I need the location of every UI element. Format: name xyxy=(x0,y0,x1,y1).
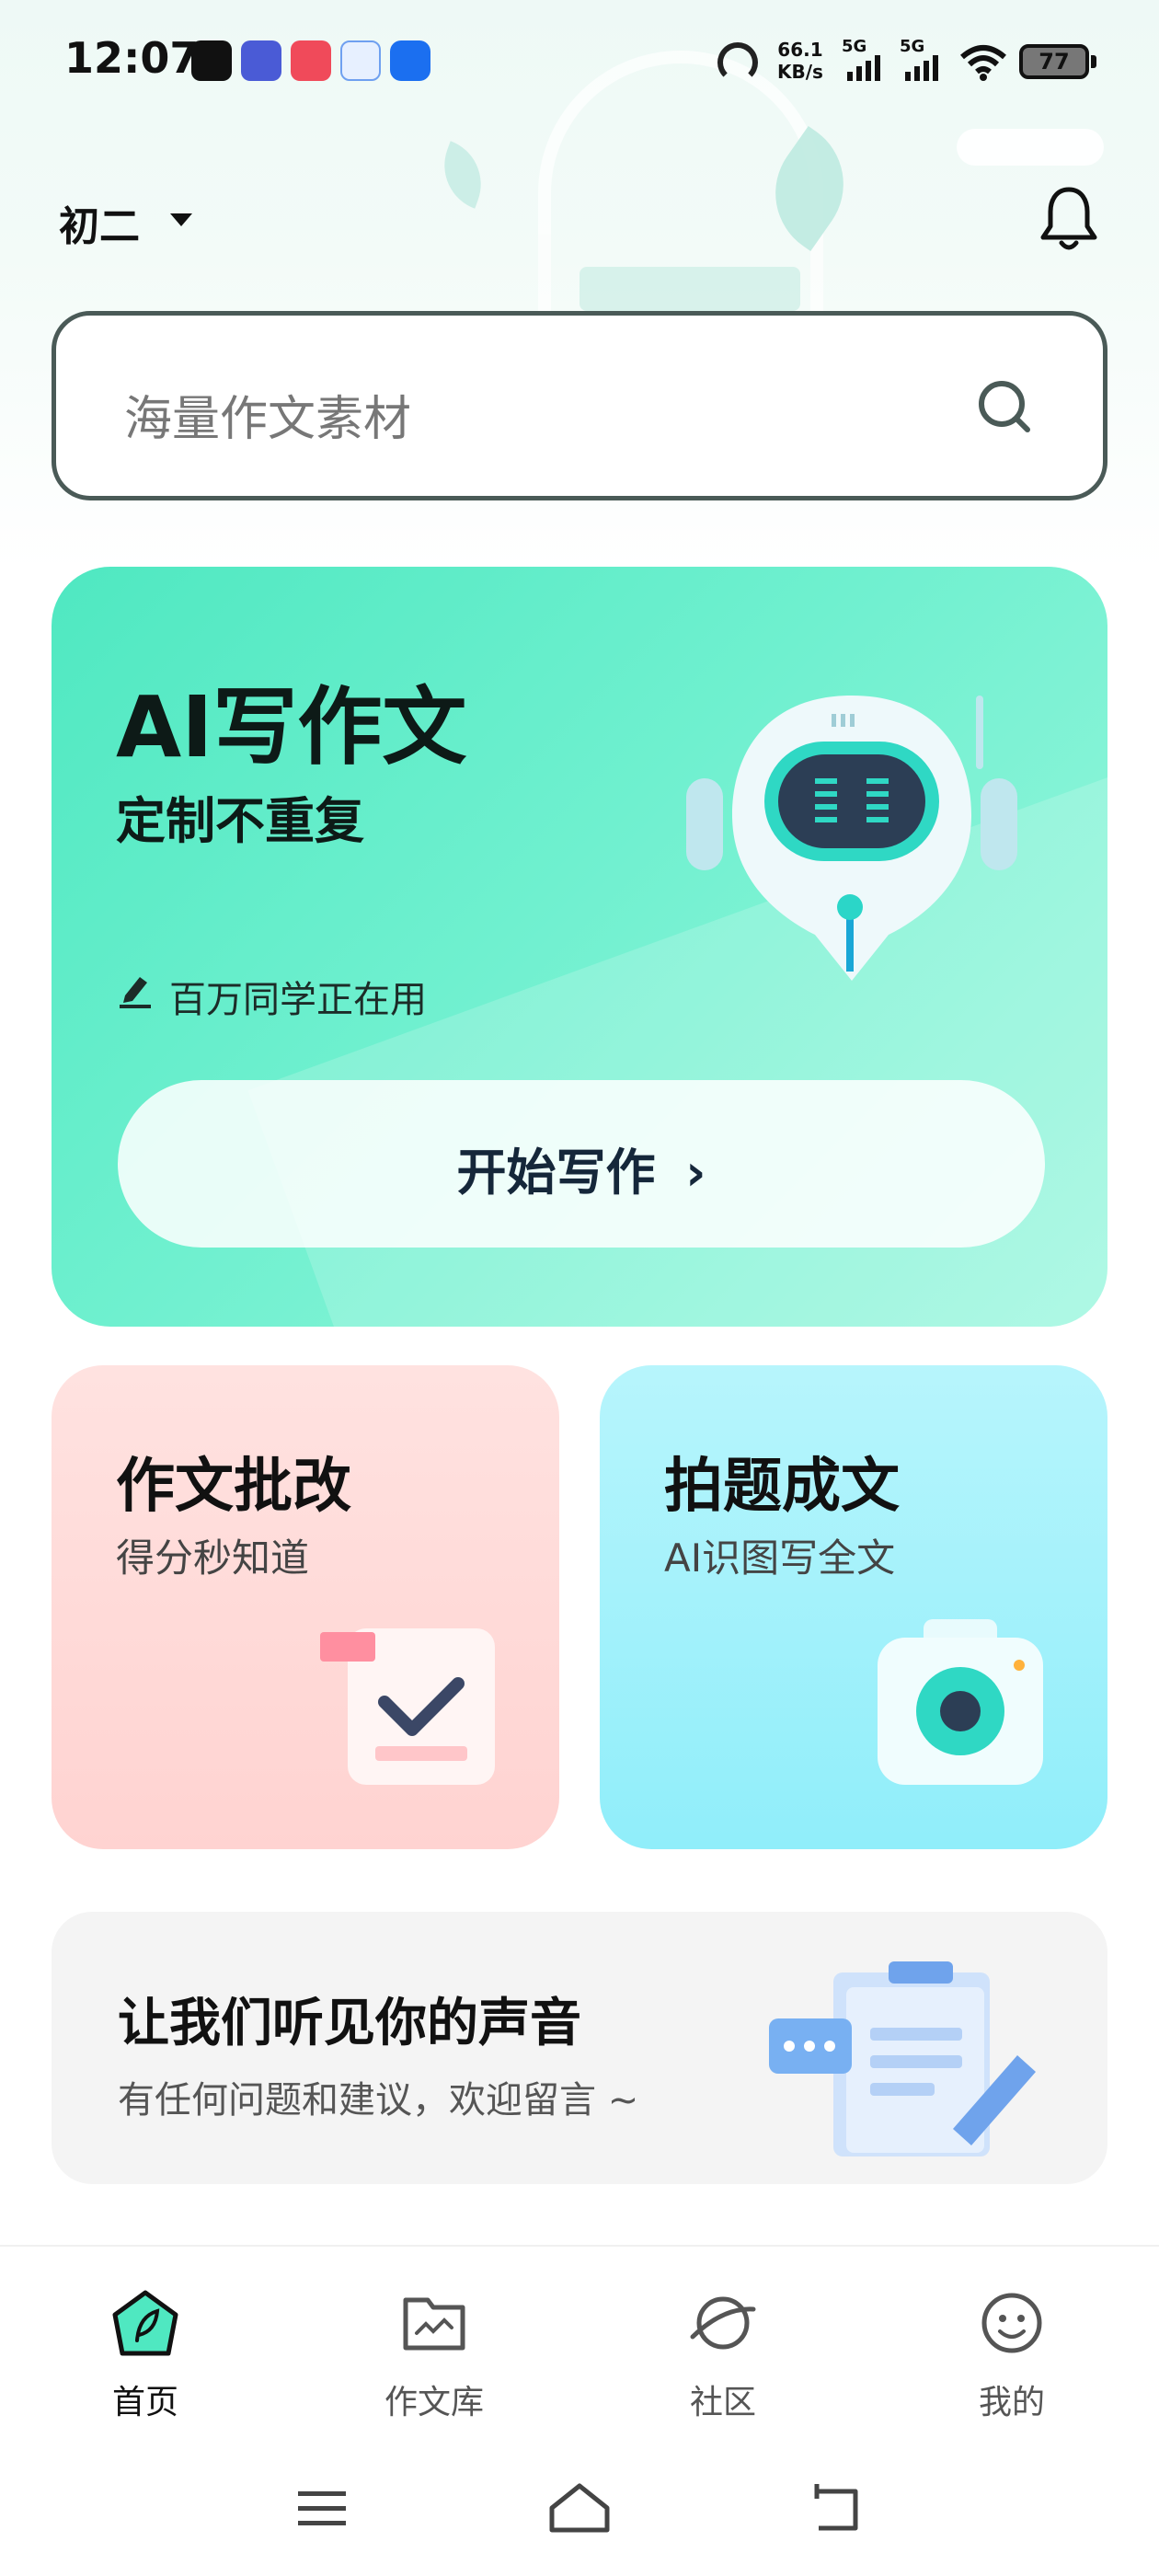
speed-unit: KB/s xyxy=(777,61,823,83)
tab-label: 我的 xyxy=(978,2384,1045,2421)
tab-label: 社区 xyxy=(689,2384,756,2421)
start-writing-label: 开始写作 › xyxy=(118,1132,1045,1204)
feedback-title: 让我们听见你的声音 xyxy=(118,1994,581,2053)
start-writing-text: 开始写作 xyxy=(456,1144,656,1202)
ai-card-title: AI写作文 xyxy=(116,678,467,776)
tab-me[interactable]: 我的 xyxy=(920,2289,1104,2427)
status-time: 12:07 xyxy=(64,33,200,83)
feedback-card[interactable]: 让我们听见你的声音 有任何问题和建议，欢迎留言 ~ xyxy=(52,1912,1107,2184)
checklist-icon xyxy=(320,1628,495,1785)
baidu-netdisk-icon xyxy=(340,40,381,81)
essay-correction-card[interactable]: 作文批改 得分秒知道 xyxy=(52,1365,559,1849)
chevron-right-icon: › xyxy=(685,1144,706,1202)
caret-down-icon[interactable] xyxy=(170,213,192,226)
signal-1-label: 5G xyxy=(842,37,867,56)
network-speed: 66.1 KB/s xyxy=(777,39,823,83)
jd-618-icon xyxy=(291,40,331,81)
start-writing-button[interactable]: 开始写作 › xyxy=(118,1080,1045,1248)
bottom-tab-bar: 首页 作文库 社区 我的 xyxy=(0,2245,1159,2438)
planet-icon xyxy=(690,2296,756,2350)
tieba-icon xyxy=(241,40,281,81)
signal-2-label: 5G xyxy=(900,37,925,56)
battery-indicator: 77 xyxy=(1019,44,1089,79)
users-count-text: 百万同学正在用 xyxy=(169,979,427,1021)
card-title: 作文批改 xyxy=(116,1453,351,1521)
folder-icon xyxy=(403,2297,465,2351)
camera-icon xyxy=(878,1619,1043,1785)
card-subtitle: 得分秒知道 xyxy=(116,1535,310,1581)
search-bar[interactable]: 海量作文素材 xyxy=(52,311,1107,500)
clipboard-feedback-icon xyxy=(769,1961,1036,2156)
signal-2-icon: 5G xyxy=(900,37,946,81)
ai-card-subtitle: 定制不重复 xyxy=(116,792,364,850)
speed-gauge-icon xyxy=(717,42,758,83)
tab-essay-library[interactable]: 作文库 xyxy=(342,2289,526,2427)
pen-icon xyxy=(120,977,151,1008)
grade-selector[interactable]: 初二 xyxy=(59,193,140,252)
system-navigation-bar xyxy=(0,2438,1159,2576)
smiley-icon xyxy=(981,2293,1042,2353)
signal-1-icon: 5G xyxy=(842,37,888,81)
wifi-icon xyxy=(960,45,1006,81)
back-icon[interactable] xyxy=(800,2480,874,2536)
card-subtitle: AI识图写全文 xyxy=(664,1535,896,1581)
tiktok-icon xyxy=(191,40,232,81)
robot-mascot-icon xyxy=(686,696,1017,981)
feedback-subtitle: 有任何问题和建议，欢迎留言 ~ xyxy=(118,2079,639,2122)
ai-writing-card[interactable]: AI写作文 定制不重复 百万同学正在用 开始写作 › xyxy=(52,567,1107,1327)
menu-icon[interactable] xyxy=(285,2480,359,2536)
tab-label: 首页 xyxy=(111,2384,178,2421)
home-leaf-icon xyxy=(112,2290,178,2356)
home-icon[interactable] xyxy=(543,2480,616,2536)
search-icon[interactable] xyxy=(976,378,1033,435)
card-title: 拍题成文 xyxy=(664,1453,900,1521)
speed-value: 66.1 xyxy=(777,39,823,61)
search-input[interactable]: 海量作文素材 xyxy=(124,380,411,449)
tab-label: 作文库 xyxy=(384,2384,484,2421)
decorative-cloud xyxy=(957,129,1104,166)
photo-essay-card[interactable]: 拍题成文 AI识图写全文 xyxy=(600,1365,1107,1849)
k-app-icon xyxy=(390,40,430,81)
status-bar: 12:07 66.1 KB/s 5G 5G 77 xyxy=(0,0,1159,120)
decorative-books xyxy=(580,267,800,311)
battery-tip xyxy=(1091,55,1096,68)
bell-icon[interactable] xyxy=(1038,184,1100,254)
tab-community[interactable]: 社区 xyxy=(631,2289,815,2427)
tab-home[interactable]: 首页 xyxy=(53,2289,237,2427)
